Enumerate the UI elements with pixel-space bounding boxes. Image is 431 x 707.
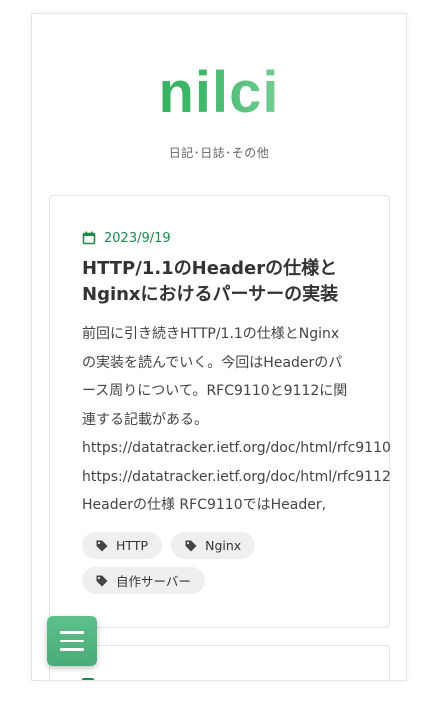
tag-icon bbox=[96, 540, 108, 551]
tag-icon bbox=[185, 540, 197, 551]
menu-button[interactable] bbox=[47, 616, 97, 666]
next-post-card[interactable] bbox=[49, 645, 390, 680]
calendar-icon bbox=[82, 231, 96, 245]
calendar-icon bbox=[82, 678, 94, 680]
tag-custom-server[interactable]: 自作サーバー bbox=[82, 567, 205, 594]
post-excerpt: 前回に引き続きHTTP/1.1の仕様とNginx の実装を読んでいく。今回はHe… bbox=[82, 326, 391, 513]
site-title[interactable]: nilci bbox=[32, 58, 406, 128]
post-date-row: 2023/9/19 bbox=[82, 230, 171, 246]
site-subtitle: 日記･日誌･その他 bbox=[168, 146, 270, 160]
post-tags: HTTP Nginx 自作サーバー bbox=[82, 532, 382, 602]
page-frame: nilci 日記･日誌･その他 2023/9/19 HTTP/1.1のHeade… bbox=[31, 13, 407, 681]
tag-icon bbox=[96, 575, 108, 586]
tag-label: Nginx bbox=[205, 538, 242, 553]
tag-label: 自作サーバー bbox=[116, 574, 191, 589]
tag-label: HTTP bbox=[116, 538, 148, 553]
hamburger-menu-icon bbox=[60, 631, 84, 634]
tag-nginx[interactable]: Nginx bbox=[171, 532, 256, 559]
post-title[interactable]: HTTP/1.1のHeaderの仕様とNginxにおけるパーサーの実装 bbox=[82, 256, 382, 308]
tag-http[interactable]: HTTP bbox=[82, 532, 162, 559]
post-card[interactable]: 2023/9/19 HTTP/1.1のHeaderの仕様とNginxにおけるパー… bbox=[49, 195, 391, 628]
post-date: 2023/9/19 bbox=[104, 230, 171, 246]
